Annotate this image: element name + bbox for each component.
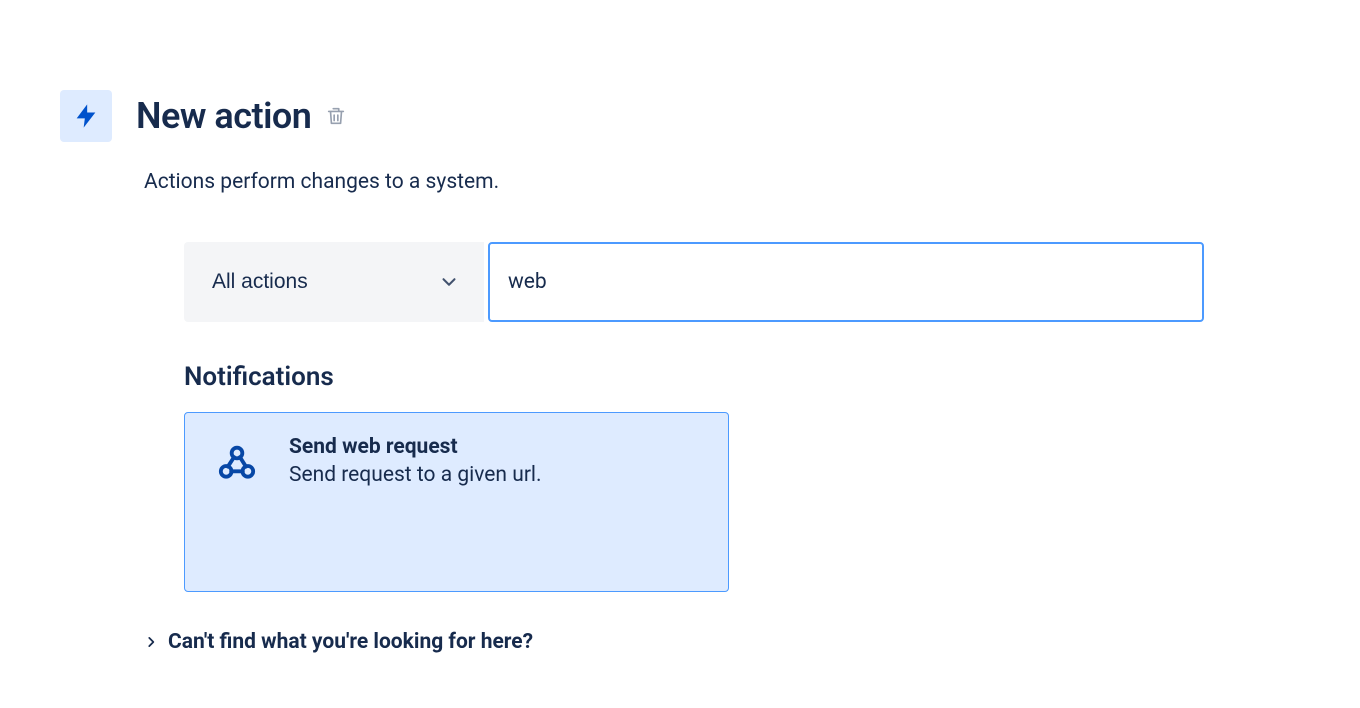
page-title: New action: [136, 95, 311, 137]
chevron-down-icon: [438, 271, 460, 293]
delete-button[interactable]: [325, 105, 347, 127]
header-row: New action: [60, 90, 1360, 142]
section-heading: Notifications: [184, 362, 1360, 392]
title-wrap: New action: [136, 95, 347, 137]
card-title: Send web request: [289, 435, 542, 459]
subtitle: Actions perform changes to a system.: [144, 170, 1360, 194]
help-expand[interactable]: Can't find what you're looking for here?: [144, 630, 1360, 654]
help-text: Can't find what you're looking for here?: [168, 630, 533, 654]
action-card-send-web-request[interactable]: Send web request Send request to a given…: [184, 412, 729, 592]
card-description: Send request to a given url.: [289, 463, 542, 487]
lightning-icon: [60, 90, 112, 142]
trash-icon: [325, 105, 347, 127]
chevron-right-icon: [144, 635, 158, 649]
dropdown-label: All actions: [212, 270, 308, 294]
content-column: Actions perform changes to a system. All…: [144, 170, 1360, 654]
actions-filter-dropdown[interactable]: All actions: [184, 242, 484, 322]
search-input[interactable]: [488, 242, 1204, 322]
card-text: Send web request Send request to a given…: [289, 435, 542, 569]
webhook-icon: [209, 435, 265, 491]
filter-row: All actions: [184, 242, 1204, 322]
